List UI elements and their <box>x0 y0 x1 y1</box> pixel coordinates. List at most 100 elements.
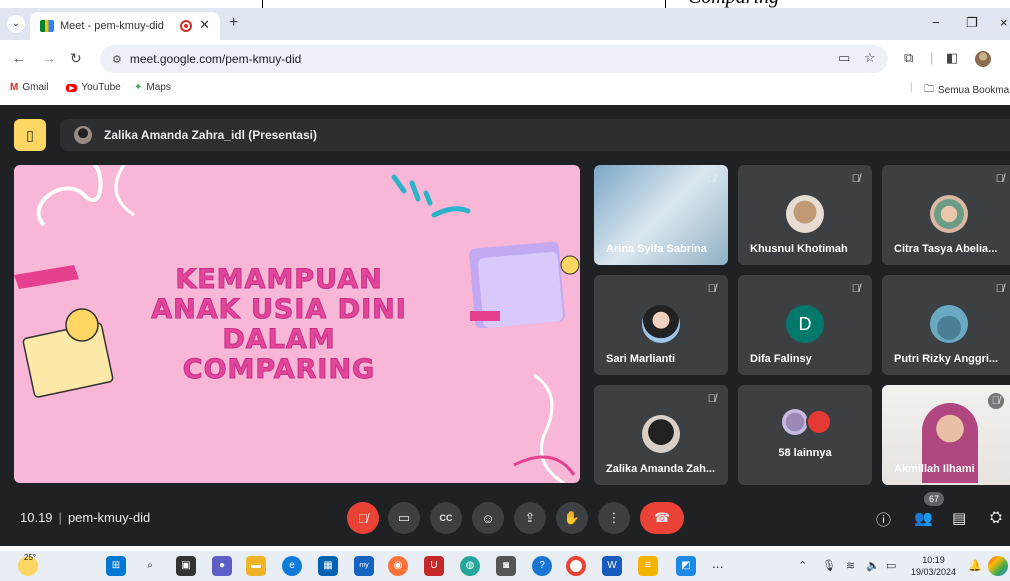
participant-name: Arina Syifa Sabrina <box>606 243 707 255</box>
all-bookmarks[interactable]: 🗀 Semua Bookma <box>924 82 1009 99</box>
notification-bell-icon[interactable]: 🔔 <box>968 559 982 572</box>
start-icon[interactable]: ⊞ <box>106 556 126 576</box>
participant-tile[interactable]: 🎙̸ D Difa Falinsy <box>738 275 872 375</box>
participant-tile[interactable]: 🎙̸ Sari Marlianti <box>594 275 728 375</box>
people-count-badge: 67 <box>924 492 944 506</box>
taskbar-clock[interactable]: 10:19 19/03/2024 <box>911 554 956 578</box>
site-info-icon[interactable]: ⚙ <box>112 53 122 66</box>
url-text: meet.google.com/pem-kmuy-did <box>129 52 302 66</box>
profile-avatar[interactable] <box>975 51 991 67</box>
chat-icon[interactable]: ▤ <box>952 509 966 527</box>
activities-icon[interactable]: ⛭ <box>990 509 1002 526</box>
leave-call-button[interactable]: ☎ <box>640 502 684 534</box>
task-view-icon[interactable]: ▣ <box>176 556 196 576</box>
chrome-icon[interactable] <box>566 556 586 576</box>
bookmark-star-icon[interactable]: ☆ <box>864 50 876 66</box>
extensions-icon[interactable]: ⧉ <box>904 50 913 66</box>
tray-chevron-icon[interactable]: ⌃ <box>798 559 807 572</box>
mic-muted-icon: 🎙̸ <box>987 393 1004 409</box>
more-participants-tile[interactable]: 58 lainnya <box>738 385 872 485</box>
participant-initial: D <box>786 305 824 343</box>
present-button[interactable]: ⇪ <box>514 502 546 534</box>
meeting-info-icon[interactable]: ⓘ <box>876 509 891 530</box>
others-count-label: 58 lainnya <box>778 447 832 459</box>
forward-icon[interactable]: → <box>42 50 56 66</box>
word-icon[interactable]: W <box>602 556 622 576</box>
battery-icon[interactable]: ▭ <box>886 559 896 572</box>
bookmark-label: YouTube <box>81 82 121 93</box>
copilot-icon[interactable] <box>988 556 1008 576</box>
camera-app-icon[interactable]: ◙ <box>496 556 516 576</box>
app-icon[interactable]: ◍ <box>460 556 480 576</box>
security-icon[interactable]: U <box>424 556 444 576</box>
reactions-button[interactable]: ☺ <box>472 502 504 534</box>
firefox-icon[interactable]: ◉ <box>388 556 408 576</box>
participant-tile[interactable]: 🎙̸ Arina Syifa Sabrina <box>594 165 728 265</box>
photos-icon[interactable]: ◩ <box>676 556 696 576</box>
restore-button[interactable]: ❐ <box>966 15 978 31</box>
bookmark-label: Gmail <box>22 82 49 93</box>
bookmark-label: Maps <box>146 82 171 93</box>
tab-search-button[interactable]: ⌄ <box>7 15 25 33</box>
participant-name: Citra Tasya Abelia... <box>894 243 998 255</box>
more-options-button[interactable]: ⋮ <box>598 502 630 534</box>
participant-tile[interactable]: 🎙̸ Akmillah Ilhami <box>882 385 1010 485</box>
participant-name: Putri Rizky Anggri... <box>894 353 999 365</box>
meeting-code: pem-kmuy-did <box>67 510 151 525</box>
file-explorer-icon[interactable]: ▬ <box>246 556 266 576</box>
participant-tile[interactable]: 🎙̸ Zalika Amanda Zah... <box>594 385 728 485</box>
bookmark-youtube[interactable]: ▶ YouTube <box>66 82 121 93</box>
mic-muted-icon: 🎙̸ <box>707 393 716 405</box>
participant-tile[interactable]: 🎙̸ Putri Rizky Anggri... <box>882 275 1010 375</box>
volume-icon[interactable]: 🔈 <box>866 559 880 572</box>
search-icon[interactable]: ⌕ <box>140 556 160 576</box>
bookmarks-bar: M Gmail ▶ YouTube ✦ Maps | 🗀 Semua Bookma <box>0 78 1010 100</box>
mic-muted-icon: 🎙̸ <box>707 283 716 295</box>
mic-tray-icon[interactable]: 🎙 <box>822 559 836 572</box>
camera-icon[interactable]: ▭ <box>838 50 850 66</box>
back-icon[interactable]: ← <box>12 50 26 66</box>
bookmark-maps[interactable]: ✦ Maps <box>134 82 171 93</box>
recording-icon <box>180 20 192 32</box>
clock-date: 19/03/2024 <box>911 567 957 577</box>
mic-toggle-button[interactable]: 🎙̸ <box>347 502 379 534</box>
help-icon[interactable]: ? <box>532 556 552 576</box>
browser-tab[interactable]: Meet - pem-kmuy-did ✕ <box>30 12 220 40</box>
participant-name: Khusnul Khotimah <box>750 243 848 255</box>
edge-icon[interactable]: e <box>282 556 302 576</box>
presenter-avatar <box>74 126 92 144</box>
overflow-icon[interactable]: ... <box>712 555 724 571</box>
store-icon[interactable]: ▦ <box>318 556 338 576</box>
people-icon[interactable]: 👥 <box>914 509 933 527</box>
wifi-icon[interactable]: ≋ <box>846 559 855 572</box>
participant-avatar <box>782 409 808 435</box>
minimize-button[interactable]: − <box>932 15 940 30</box>
windows-taskbar: 25° ⊞ ⌕ ▣ ● ▬ e ▦ my ◉ U ◍ ◙ ? W ≡ ◩ ...… <box>0 551 1010 581</box>
reload-icon[interactable]: ↻ <box>70 50 82 67</box>
notepad-icon[interactable]: ≡ <box>638 556 658 576</box>
participant-avatar <box>642 305 680 343</box>
maps-icon: ✦ <box>134 82 143 93</box>
participant-tile[interactable]: 🎙̸ Citra Tasya Abelia... <box>882 165 1010 265</box>
clock-separator: | <box>58 510 62 525</box>
document-strip: Comparing <box>0 0 1010 8</box>
tab-close-icon[interactable]: ✕ <box>199 17 210 33</box>
youtube-icon: ▶ <box>66 83 78 92</box>
participant-tile[interactable]: 🎙̸ Khusnul Khotimah <box>738 165 872 265</box>
close-button[interactable]: × <box>1000 15 1008 30</box>
side-panel-icon[interactable]: ◧ <box>946 50 958 66</box>
new-tab-button[interactable]: + <box>229 14 238 32</box>
raise-hand-button[interactable]: ✋ <box>556 502 588 534</box>
app-icon[interactable]: my <box>354 556 374 576</box>
bookmark-gmail[interactable]: M Gmail <box>10 82 48 93</box>
camera-toggle-button[interactable]: ▭ <box>388 502 420 534</box>
presentation-icon[interactable]: ▯ <box>14 119 46 151</box>
folder-icon: 🗀 <box>924 84 934 95</box>
browser-toolbar: ← → ↻ ⚙ meet.google.com/pem-kmuy-did ▭ ☆… <box>0 40 1010 78</box>
chat-app-icon[interactable]: ● <box>212 556 232 576</box>
browser-tab-bar: ⌄ Meet - pem-kmuy-did ✕ + − ❐ × <box>0 8 1010 40</box>
captions-button[interactable]: CC <box>430 502 462 534</box>
meeting-clock: 10.19 | pem-kmuy-did <box>20 510 150 525</box>
presenter-label: Zalika Amanda Zahra_idl (Presentasi) <box>104 128 317 142</box>
address-bar[interactable]: ⚙ meet.google.com/pem-kmuy-did ▭ ☆ <box>100 45 888 73</box>
